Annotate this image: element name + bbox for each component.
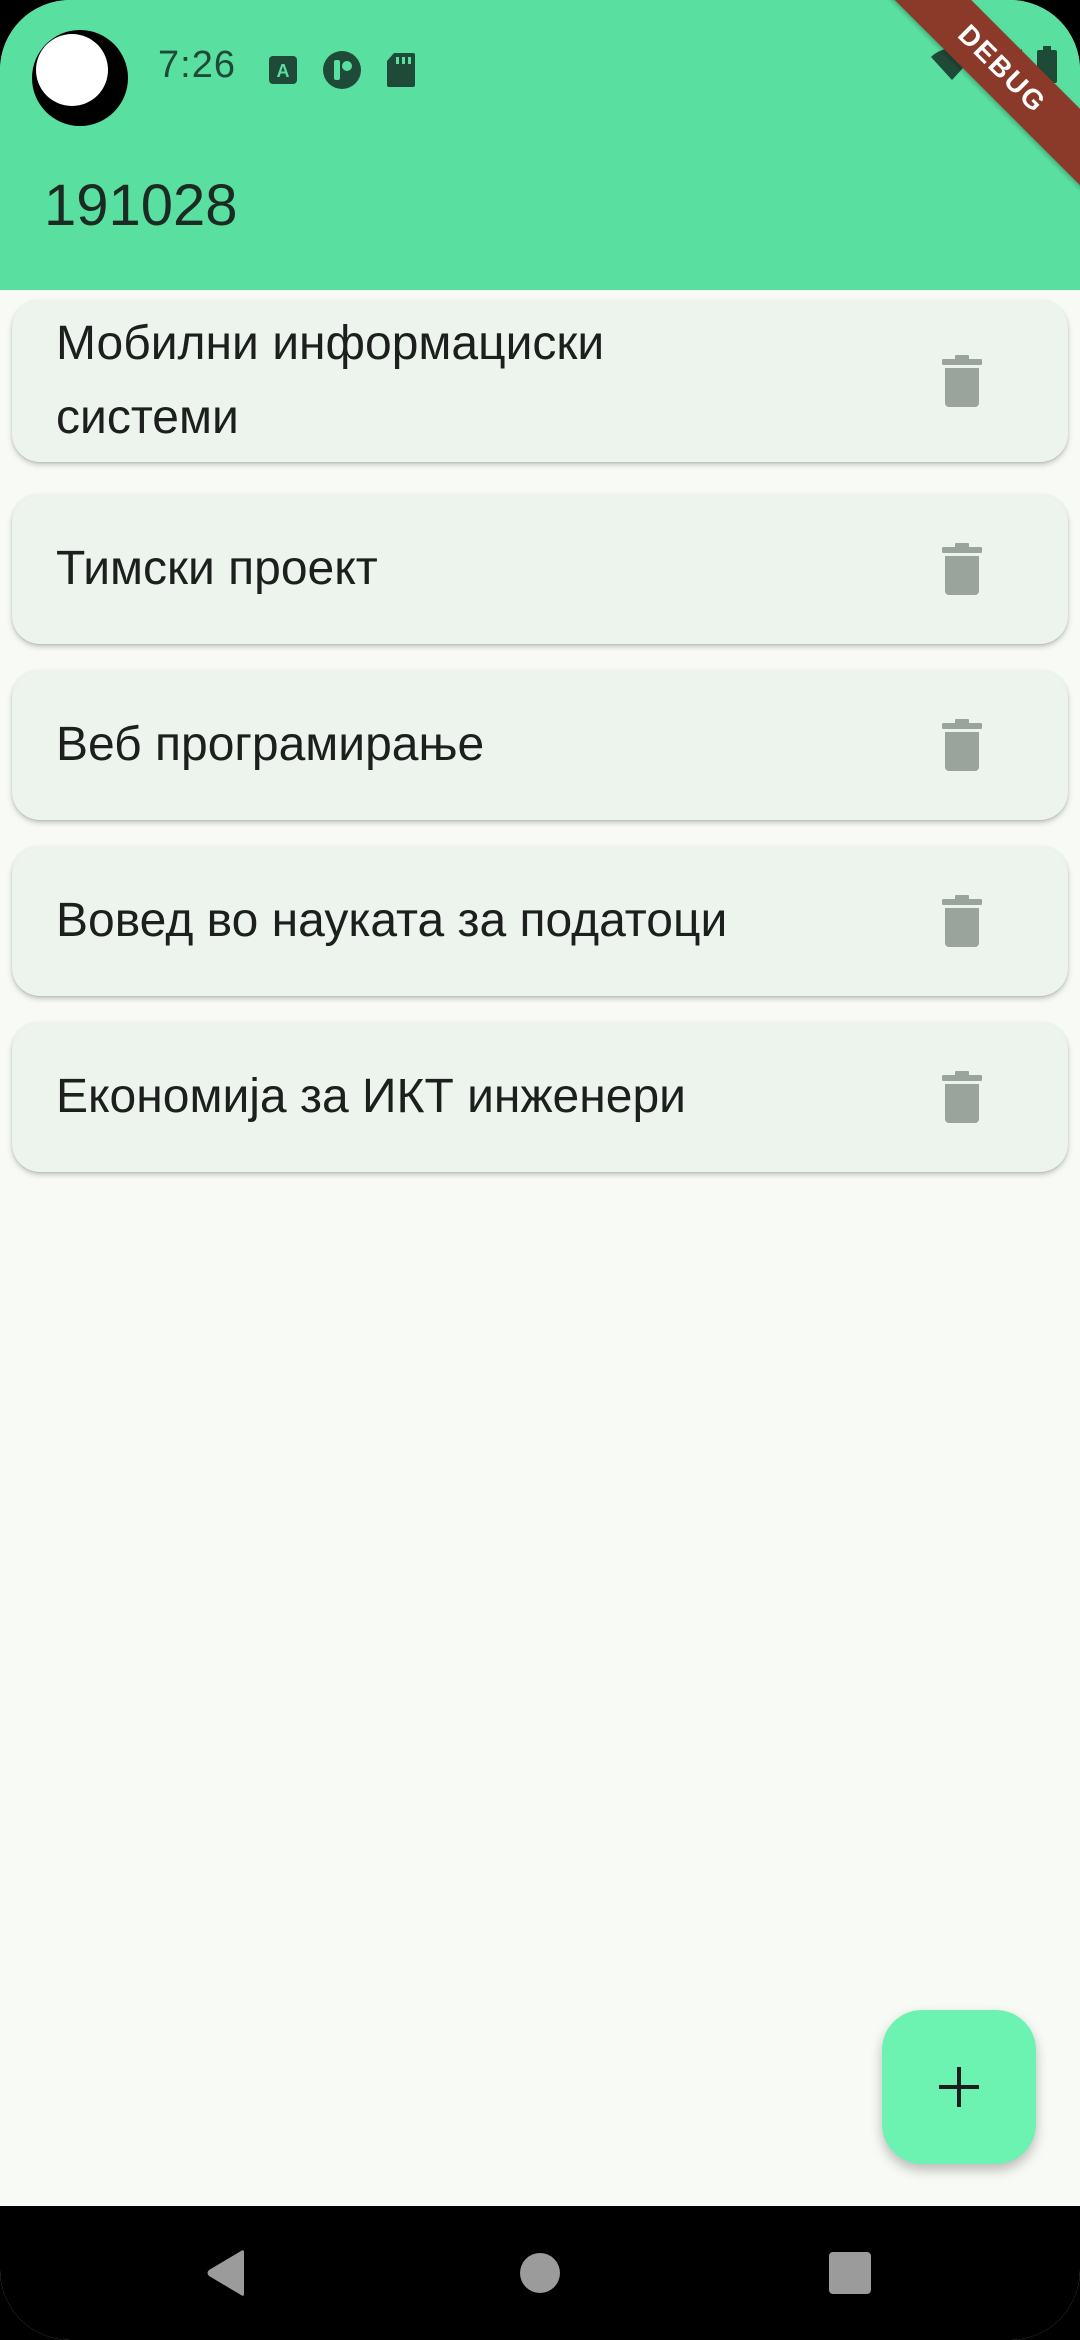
trash-icon[interactable]: [942, 355, 982, 407]
app-bar: 7:26 A 191028 DEBUG: [0, 0, 1080, 290]
nav-home-button[interactable]: [480, 2206, 600, 2340]
trash-icon[interactable]: [942, 895, 982, 947]
list-item[interactable]: Мобилни информациски системи: [12, 300, 1068, 462]
phone-screen: 7:26 A 191028 DEBUG Мобилни информациски…: [0, 0, 1080, 2340]
status-time: 7:26: [158, 44, 236, 86]
plus-icon: [939, 2067, 979, 2107]
trash-icon[interactable]: [942, 719, 982, 771]
system-nav-bar: [0, 2206, 1080, 2340]
page-title: 191028: [44, 173, 238, 238]
back-icon: [207, 2250, 244, 2296]
nav-back-button[interactable]: [166, 2206, 286, 2340]
camera-cutout: [32, 30, 128, 126]
list-item-title: Тимски проект: [56, 542, 378, 595]
list-item-title: Мобилни информациски системи: [56, 317, 605, 444]
list-item[interactable]: Вовед во науката за податоци: [12, 846, 1068, 996]
sd-card-icon: [387, 53, 415, 87]
debug-banner: DEBUG: [869, 0, 1080, 202]
status-icons-left: A: [268, 50, 416, 90]
list-item[interactable]: Веб програмирање: [12, 670, 1068, 820]
home-icon: [520, 2253, 560, 2293]
list-item-title: Вовед во науката за податоци: [56, 894, 728, 947]
recents-icon: [829, 2252, 871, 2294]
list-item[interactable]: Економија за ИКТ инженери: [12, 1022, 1068, 1172]
trash-icon[interactable]: [942, 543, 982, 595]
list-item-title: Економија за ИКТ инженери: [56, 1070, 686, 1123]
circle-app-icon: [323, 51, 361, 89]
accessibility-a-icon: A: [269, 56, 297, 84]
svg-text:A: A: [277, 61, 290, 81]
list-item-title: Веб програмирање: [56, 718, 485, 771]
list-item[interactable]: Тимски проект: [12, 494, 1068, 644]
trash-icon[interactable]: [942, 1071, 982, 1123]
add-subject-button[interactable]: [882, 2010, 1036, 2164]
nav-recents-button[interactable]: [790, 2206, 910, 2340]
